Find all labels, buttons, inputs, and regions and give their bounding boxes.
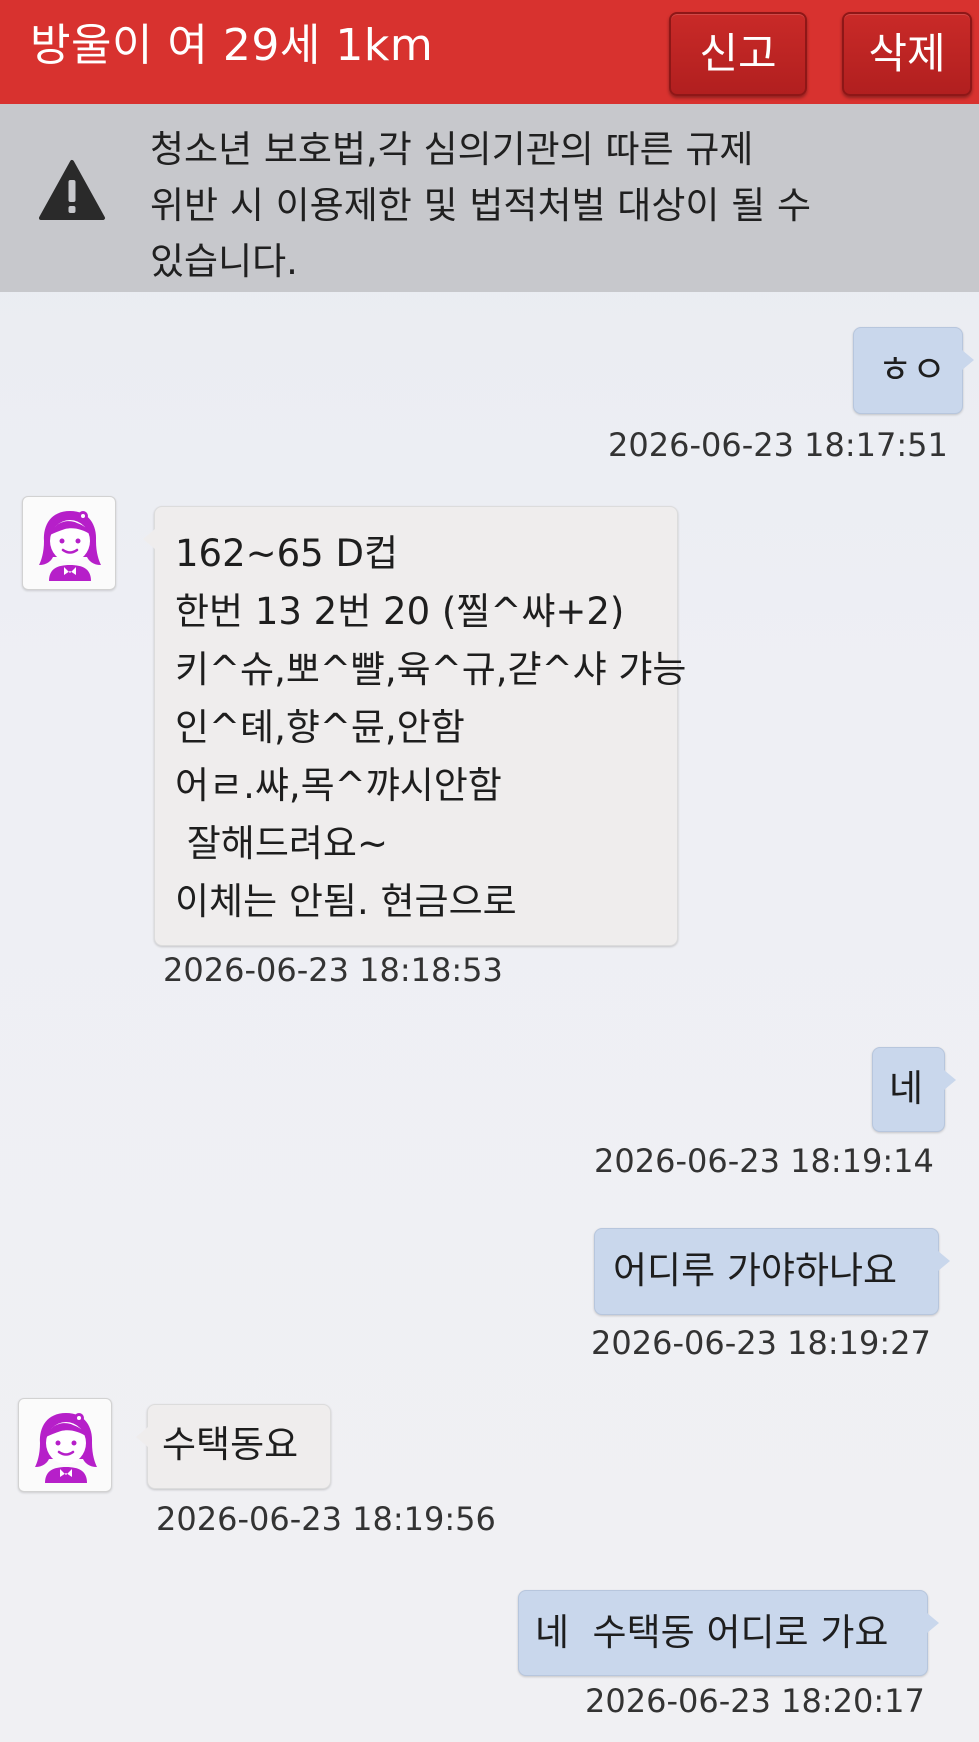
message-bubble-outgoing[interactable]: ㅎㅇ [853,327,974,414]
message-timestamp: 2026-06-23 18:19:27 [591,1324,931,1362]
warning-icon [39,160,105,220]
message-text: 네 [889,1067,924,1110]
message-timestamp: 2026-06-23 18:18:53 [163,951,503,989]
report-button[interactable]: 신고 [669,12,807,96]
message-bubble-incoming[interactable]: 162~65 D컵 한번 13 2번 20 (찔^쌰+2) 키^슈,뽀^뺠,육^… [143,506,687,946]
message-timestamp: 2026-06-23 18:19:14 [594,1142,934,1180]
chat-header: 방울이 여 29세 1km 신고 삭제 [0,0,979,104]
warning-text: 청소년 보호법,각 심의기관의 따른 규제 위반 시 이용제한 및 법적처벌 대… [150,128,812,283]
girl-avatar-icon [39,511,101,581]
contact-avatar[interactable] [22,496,116,590]
message-text: 162~65 D컵 한번 13 2번 20 (찔^쌰+2) 키^슈,뽀^뺠,육^… [175,532,687,923]
contact-avatar[interactable] [18,1398,112,1492]
message-bubble-incoming[interactable]: 수택동요 [136,1404,331,1489]
message-timestamp: 2026-06-23 18:17:51 [608,426,948,464]
delete-button[interactable]: 삭제 [842,12,972,96]
girl-avatar-icon [35,1413,97,1483]
chat-title: 방울이 여 29세 1km [30,20,434,71]
message-text: 어디루 가야하나요 [613,1249,898,1292]
message-timestamp: 2026-06-23 18:20:17 [585,1682,925,1720]
message-text: 네 수택동 어디로 가요 [535,1611,889,1654]
message-text: 수택동요 [162,1423,299,1466]
message-timestamp: 2026-06-23 18:19:56 [156,1500,496,1538]
message-bubble-outgoing[interactable]: 네 수택동 어디로 가요 [518,1590,939,1676]
message-text: ㅎㅇ [878,348,947,391]
message-bubble-outgoing[interactable]: 네 [872,1047,956,1132]
message-bubble-outgoing[interactable]: 어디루 가야하나요 [594,1228,950,1315]
